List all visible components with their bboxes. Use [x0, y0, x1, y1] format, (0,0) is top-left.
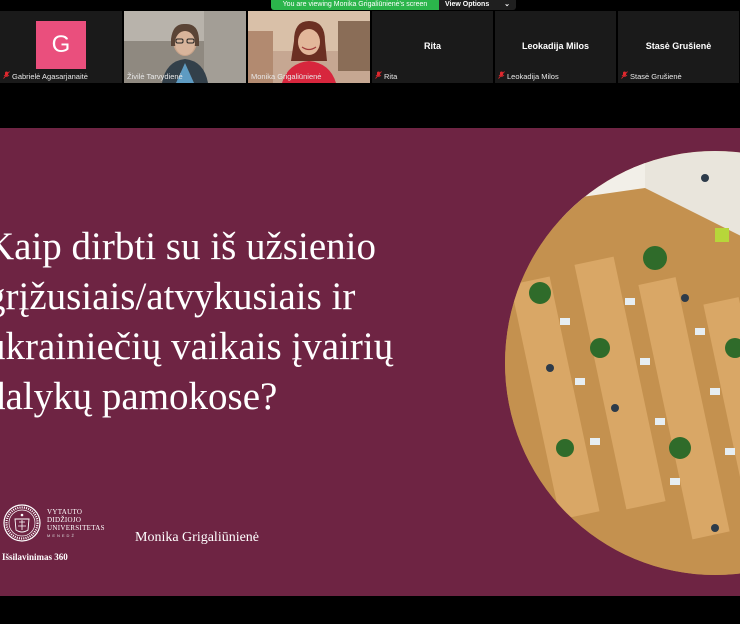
mic-muted-icon [498, 71, 505, 81]
slide-title-line: Kaip dirbti su iš užsienio [0, 225, 376, 268]
screen-share-banner: You are viewing Monika Grigaliūnienė's s… [271, 0, 516, 10]
chevron-down-icon: ⌄ [504, 1, 510, 8]
slide-title-line: dalykų pamokose? [0, 375, 278, 418]
university-name-logo: VYTAUTO DIDŽIOJO UNIVERSITETAS [47, 508, 105, 532]
mic-muted-icon [375, 71, 382, 81]
university-seal-logo [3, 504, 41, 542]
mic-muted-icon [3, 71, 10, 81]
viewing-screen-notice: You are viewing Monika Grigaliūnienė's s… [271, 0, 439, 10]
participant-name: Leokadija Milos [498, 71, 559, 81]
logo-subtext: MENEDŽ [47, 533, 76, 538]
participant-display-name: Rita [423, 41, 441, 51]
shared-screen-slide: Kaip dirbti su iš užsienio grįžusiais/at… [0, 128, 740, 596]
participant-tile-zivile[interactable]: Živilė Tarvydienė [124, 11, 246, 83]
presenter-name: Monika Grigaliūnienė [135, 530, 260, 545]
participant-tile-leokadija[interactable]: Leokadija Milos Leokadija Milos [495, 11, 616, 83]
participant-display-name: Leokadija Milos [521, 41, 590, 51]
participant-name: Rita [375, 71, 397, 81]
mic-muted-icon [621, 71, 628, 81]
view-options-label: View Options [445, 1, 490, 8]
participant-tile-rita[interactable]: Rita Rita [372, 11, 493, 83]
participant-display-name: Stasė Grušienė [645, 41, 712, 51]
participant-name: Stasė Grušienė [621, 71, 682, 81]
participant-tile-gabriele[interactable]: G Gabrielė Agasarjanaitė [0, 11, 122, 83]
avatar: G [36, 21, 86, 69]
slide-title-line: grįžusiais/atvykusiais ir [0, 275, 356, 318]
participant-tile-monika[interactable]: Monika Grigaliūnienė [248, 11, 370, 83]
participant-name: Monika Grigaliūnienė [251, 72, 322, 81]
slide-title: Kaip dirbti su iš užsienio grįžusiais/at… [0, 222, 506, 422]
view-options-button[interactable]: View Options ⌄ [439, 0, 516, 10]
participant-strip: G Gabrielė Agasarjanaitė Živilė Tarvydie… [0, 11, 740, 83]
slide-title-line: ukrainiečių vaikais įvairių [0, 325, 394, 368]
participant-tile-stase[interactable]: Stasė Grušienė Stasė Grušienė [618, 11, 739, 83]
slide-tagline: Išsilavinimas 360 [2, 552, 68, 562]
participant-name: Gabrielė Agasarjanaitė [3, 71, 88, 81]
library-photo [505, 151, 740, 575]
participant-name: Živilė Tarvydienė [127, 72, 183, 81]
